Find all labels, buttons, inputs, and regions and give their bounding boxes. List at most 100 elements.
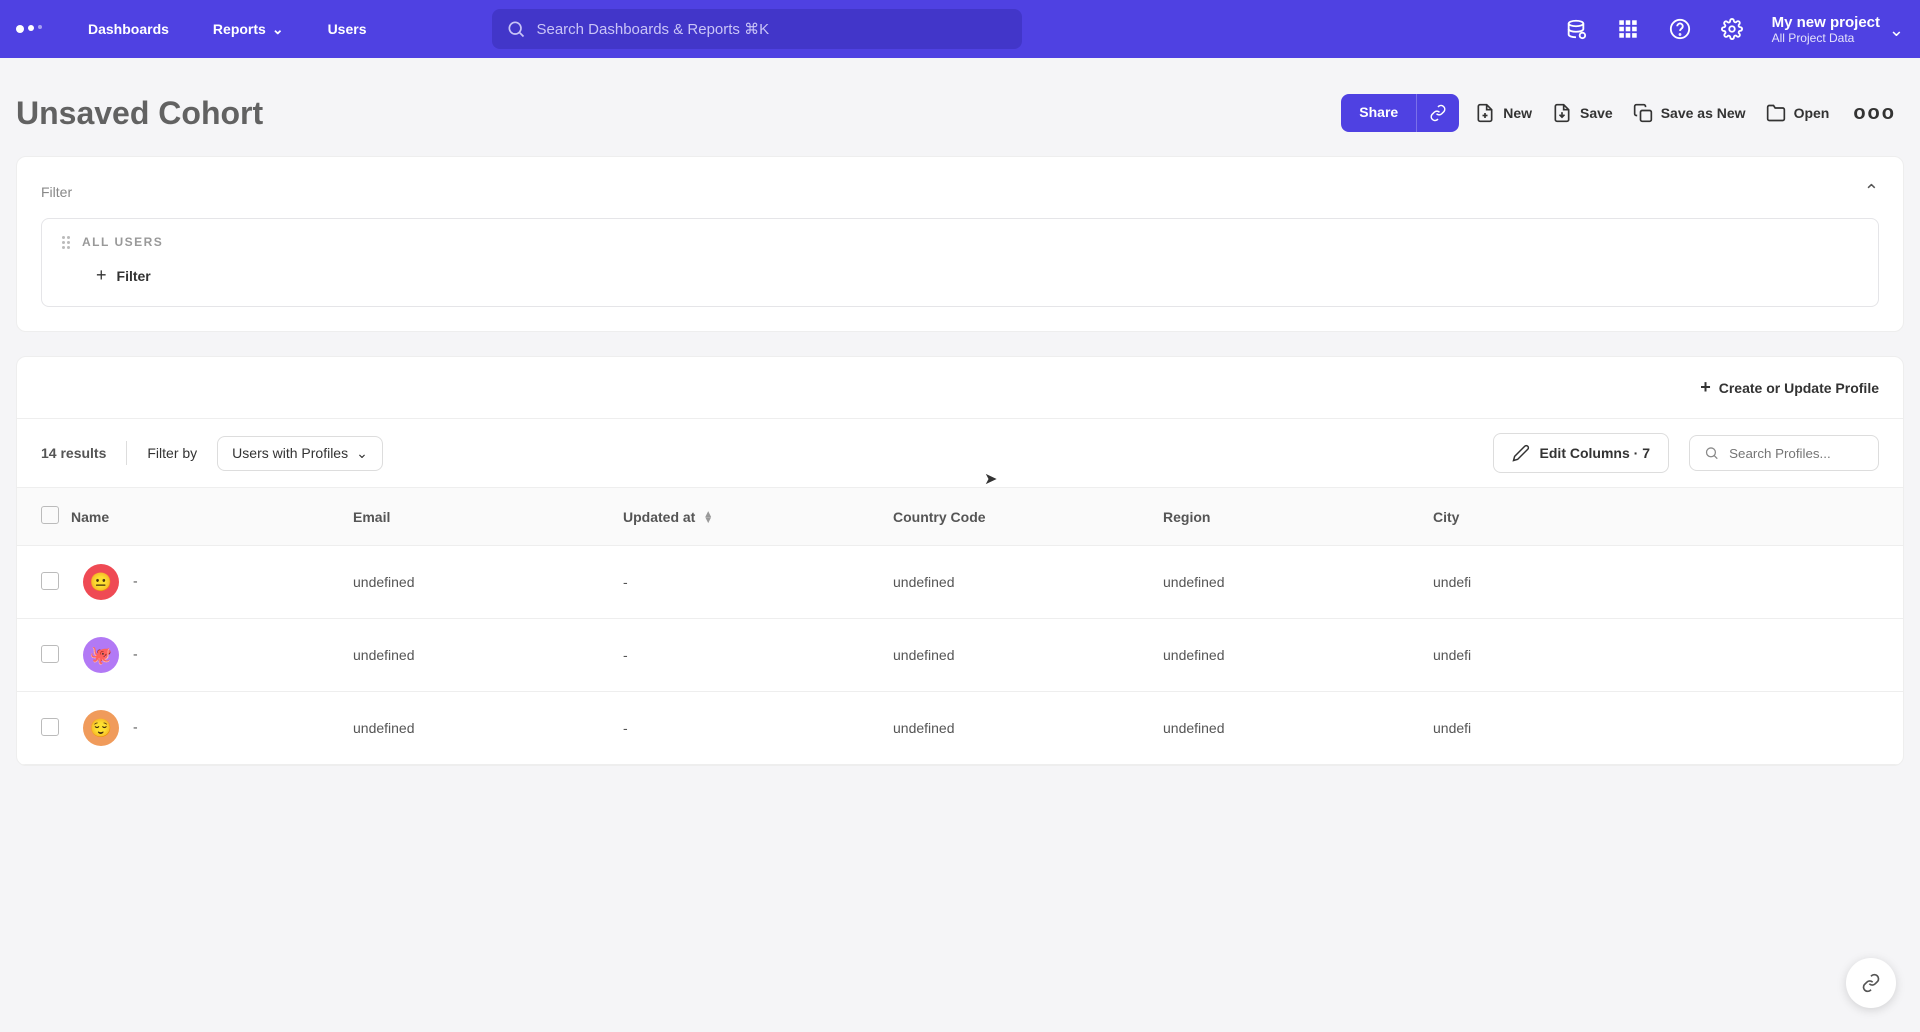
cell-city: undefi [1421, 619, 1903, 692]
col-email[interactable]: Email [341, 488, 611, 546]
save-as-label: Save as New [1661, 105, 1746, 121]
col-country[interactable]: Country Code [881, 488, 1151, 546]
select-all-checkbox[interactable] [41, 506, 59, 524]
nav-reports-label: Reports [213, 21, 266, 37]
cell-country: undefined [881, 546, 1151, 619]
filter-section-header: Filter ⌃ [41, 181, 1879, 202]
share-button[interactable]: Share [1341, 94, 1416, 132]
edit-columns-button[interactable]: Edit Columns · 7 [1493, 433, 1669, 473]
search-icon [506, 19, 526, 39]
col-name[interactable]: Name [71, 488, 341, 546]
nav-reports[interactable]: Reports ⌄ [195, 11, 302, 48]
table-row[interactable]: 😐- undefined - undefined undefined undef… [17, 546, 1903, 619]
open-button[interactable]: Open [1762, 95, 1834, 131]
folder-icon [1766, 103, 1786, 123]
profiles-table: Name Email Updated at ▲▼ Country Code Re… [17, 487, 1903, 765]
top-nav: Dashboards Reports ⌄ Users My new projec… [0, 0, 1920, 58]
add-filter-label: Filter [117, 268, 151, 284]
col-updated-label: Updated at [623, 509, 695, 525]
cell-city: undefi [1421, 692, 1903, 765]
search-profiles[interactable] [1689, 435, 1879, 471]
nav-left: Dashboards Reports ⌄ Users [16, 11, 384, 48]
filter-by-dropdown[interactable]: Users with Profiles ⌄ [217, 436, 383, 471]
logo-icon[interactable] [16, 25, 42, 33]
table-header-row: Name Email Updated at ▲▼ Country Code Re… [17, 488, 1903, 546]
cell-email: undefined [341, 692, 611, 765]
row-checkbox[interactable] [41, 645, 59, 663]
cell-region: undefined [1151, 692, 1421, 765]
plus-icon: + [1700, 377, 1711, 398]
results-count: 14 results [41, 445, 106, 461]
avatar: 😌 [83, 710, 119, 746]
share-link-button[interactable] [1416, 94, 1459, 132]
filter-by-label: Filter by [147, 445, 197, 461]
open-label: Open [1794, 105, 1830, 121]
cell-city: undefi [1421, 546, 1903, 619]
save-label: Save [1580, 105, 1613, 121]
results-toolbar: 14 results Filter by Users with Profiles… [17, 418, 1903, 487]
table-row[interactable]: 😌- undefined - undefined undefined undef… [17, 692, 1903, 765]
cell-email: undefined [341, 619, 611, 692]
share-group: Share [1341, 94, 1459, 132]
project-subtitle: All Project Data [1772, 31, 1880, 45]
nav-right: My new project All Project Data [1556, 9, 1904, 49]
row-checkbox[interactable] [41, 718, 59, 736]
chevron-down-icon: ⌄ [356, 445, 368, 462]
row-checkbox[interactable] [41, 572, 59, 590]
filter-by-value: Users with Profiles [232, 445, 348, 461]
cell-country: undefined [881, 619, 1151, 692]
filter-box: ALL USERS + Filter [41, 218, 1879, 307]
nav-dashboards[interactable]: Dashboards [70, 11, 187, 47]
save-as-icon [1633, 103, 1653, 123]
col-updated[interactable]: Updated at ▲▼ [611, 488, 881, 546]
save-icon [1552, 103, 1572, 123]
cell-updated: - [611, 546, 881, 619]
link-icon [1429, 104, 1447, 122]
nav-users[interactable]: Users [310, 11, 385, 47]
edit-columns-label: Edit Columns · 7 [1540, 445, 1650, 461]
collapse-icon[interactable]: ⌃ [1864, 181, 1879, 202]
avatar: 🐙 [83, 637, 119, 673]
global-search-input[interactable] [536, 21, 1008, 38]
pencil-icon [1512, 444, 1530, 462]
project-name: My new project [1772, 14, 1880, 31]
drag-handle-icon[interactable] [62, 236, 70, 249]
link-fab[interactable] [1846, 958, 1896, 1008]
cell-name: - [133, 719, 138, 735]
new-button[interactable]: New [1471, 95, 1536, 131]
chevron-down-icon: ⌄ [272, 21, 284, 38]
filter-card: Filter ⌃ ALL USERS + Filter [16, 156, 1904, 332]
cell-updated: - [611, 619, 881, 692]
all-users-row: ALL USERS [62, 235, 1858, 249]
all-users-label: ALL USERS [82, 235, 163, 249]
page-title: Unsaved Cohort [16, 95, 263, 132]
avatar: 😐 [83, 564, 119, 600]
cell-region: undefined [1151, 546, 1421, 619]
lexicon-icon[interactable] [1556, 9, 1596, 49]
create-profile-button[interactable]: + Create or Update Profile [1700, 377, 1879, 398]
sort-icon: ▲▼ [703, 512, 713, 524]
new-file-icon [1475, 103, 1495, 123]
global-search[interactable] [492, 9, 1022, 49]
more-button[interactable]: ooo [1845, 102, 1904, 125]
table-row[interactable]: 🐙- undefined - undefined undefined undef… [17, 619, 1903, 692]
results-card: + Create or Update Profile 14 results Fi… [16, 356, 1904, 766]
save-as-new-button[interactable]: Save as New [1629, 95, 1750, 131]
add-filter-button[interactable]: + Filter [62, 261, 1858, 290]
cell-updated: - [611, 692, 881, 765]
save-button[interactable]: Save [1548, 95, 1617, 131]
cell-name: - [133, 573, 138, 589]
apps-icon[interactable] [1608, 9, 1648, 49]
page-header: Unsaved Cohort Share New Save Save as Ne… [0, 58, 1920, 156]
col-city[interactable]: City [1421, 488, 1903, 546]
settings-icon[interactable] [1712, 9, 1752, 49]
col-region[interactable]: Region [1151, 488, 1421, 546]
filter-label: Filter [41, 184, 72, 200]
cell-name: - [133, 646, 138, 662]
results-top: + Create or Update Profile [17, 357, 1903, 418]
header-actions: Share New Save Save as New Open ooo [1341, 94, 1904, 132]
help-icon[interactable] [1660, 9, 1700, 49]
search-profiles-input[interactable] [1729, 446, 1864, 461]
create-profile-label: Create or Update Profile [1719, 380, 1879, 396]
project-switcher[interactable]: My new project All Project Data [1772, 14, 1904, 45]
